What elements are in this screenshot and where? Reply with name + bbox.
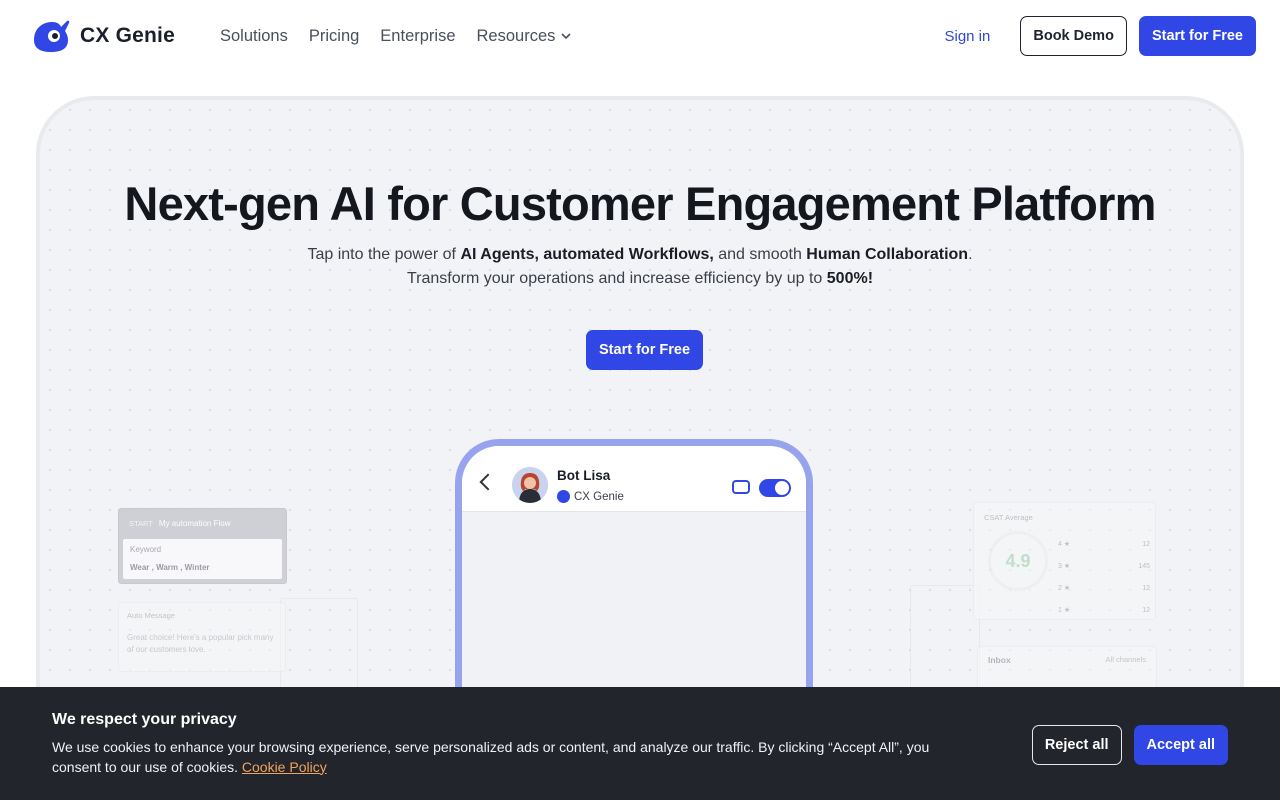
cookie-actions: Reject all Accept all [1031, 725, 1228, 765]
cookie-title: We respect your privacy [52, 710, 237, 728]
csat-star-level: 1 [1058, 607, 1062, 614]
menu-resources-label: Resources [476, 26, 556, 45]
auto-message-text: Great choice! Here's a popular pick many… [127, 633, 274, 654]
robot-icon [732, 480, 750, 494]
csat-star-level: 2 [1058, 585, 1062, 592]
menu-solutions[interactable]: Solutions [220, 27, 288, 46]
csat-star-level: 3 [1058, 563, 1062, 570]
sub-text: and smooth [713, 246, 807, 263]
csat-row: 3 ★ 145 [1058, 555, 1150, 577]
bot-brand: CX Genie [557, 490, 624, 503]
reject-all-button[interactable]: Reject all [1031, 725, 1122, 765]
genie-mini-logo-icon [557, 490, 570, 503]
csat-row: 2 ★ 12 [1058, 577, 1150, 599]
cookie-text-block: We respect your privacy We use cookies t… [52, 711, 982, 777]
star-icon: ★ [1063, 585, 1071, 592]
hero-subtitle: Tap into the power of AI Agents, automat… [40, 243, 1240, 291]
flow-keyword-label: Keyword [130, 545, 162, 554]
menu-enterprise[interactable]: Enterprise [380, 27, 455, 46]
csat-count: 145 [1138, 562, 1150, 570]
csat-row: 4 ★ 12 [1058, 533, 1150, 555]
cookie-policy-link[interactable]: Cookie Policy [242, 759, 327, 775]
inbox-connector-frame [910, 585, 980, 695]
sub-text: Transform your operations and increase e… [406, 270, 827, 287]
csat-count: 12 [1142, 584, 1150, 592]
back-arrow-icon[interactable] [479, 473, 497, 491]
main-menu: Solutions Pricing Enterprise Resources [220, 27, 571, 46]
csat-label: CSAT Average [984, 513, 1033, 522]
sub-bold-percent: 500%! [826, 270, 874, 287]
chevron-down-icon [561, 32, 571, 39]
top-navigation: CX Genie Solutions Pricing Enterprise Re… [0, 0, 1280, 72]
chat-header: Bot Lisa CX Genie [462, 446, 806, 512]
accept-all-button[interactable]: Accept all [1133, 725, 1228, 765]
hero-title: Next-gen AI for Customer Engagement Plat… [124, 177, 1156, 230]
cookie-banner: We respect your privacy We use cookies t… [0, 687, 1280, 800]
flow-start-tag: START [129, 518, 153, 528]
cookie-body: We use cookies to enhance your browsing … [52, 737, 982, 777]
csat-count: 12 [1142, 606, 1150, 614]
sub-text: . [968, 246, 973, 263]
avatar [512, 467, 548, 503]
auto-message-card: Auto Message Great choice! Here's a popu… [118, 602, 286, 672]
menu-pricing[interactable]: Pricing [309, 27, 359, 46]
auto-message-label: Auto Message [127, 611, 175, 620]
star-icon: ★ [1063, 563, 1071, 570]
csat-average-card: CSAT Average 4.9 4 ★ 12 3 ★ 145 2 ★ 12 1 ★ 1… [973, 502, 1156, 620]
bot-toggle[interactable] [759, 479, 791, 497]
brand-logo[interactable]: CX Genie [30, 18, 175, 54]
automation-flow-card: START My automation Flow Keyword Wear , … [118, 508, 287, 584]
csat-score-ring: 4.9 [988, 531, 1048, 591]
csat-count: 12 [1142, 540, 1150, 548]
cookie-body-text: We use cookies to enhance your browsing … [52, 738, 930, 775]
sub-text: Tap into the power of [307, 246, 461, 263]
flow-keywords: Wear , Warm , Winter [130, 563, 210, 572]
sub-bold-collaboration: Human Collaboration [806, 246, 969, 263]
flow-connector-frame [280, 598, 358, 690]
nav-actions: Sign in Book Demo Start for Free [944, 16, 1256, 56]
bot-brand-label: CX Genie [574, 490, 624, 503]
sub-bold-ai-agents: AI Agents, automated Workflows, [460, 246, 714, 263]
csat-value: 4.9 [1005, 550, 1031, 571]
flow-keyword-box: Keyword Wear , Warm , Winter [123, 539, 282, 579]
bot-name: Bot Lisa [557, 468, 611, 483]
brand-name: CX Genie [80, 24, 175, 47]
star-icon: ★ [1063, 541, 1071, 548]
menu-resources[interactable]: Resources [477, 27, 572, 46]
star-icon: ★ [1063, 607, 1071, 614]
csat-star-level: 4 [1058, 541, 1062, 548]
flow-title: My automation Flow [158, 518, 231, 528]
hero-start-free-button[interactable]: Start for Free [586, 330, 704, 370]
hero-subtitle-line-2: Transform your operations and increase e… [40, 267, 1240, 291]
flow-card-header: START My automation Flow [119, 509, 286, 537]
sign-in-link[interactable]: Sign in [944, 28, 990, 45]
genie-logo-icon [30, 18, 70, 54]
hero-subtitle-line-1: Tap into the power of AI Agents, automat… [40, 243, 1240, 267]
csat-rating-rows: 4 ★ 12 3 ★ 145 2 ★ 12 1 ★ 12 [1058, 533, 1150, 621]
csat-row: 1 ★ 12 [1058, 599, 1150, 621]
nav-start-free-button[interactable]: Start for Free [1138, 16, 1256, 56]
book-demo-button[interactable]: Book Demo [1020, 16, 1127, 56]
